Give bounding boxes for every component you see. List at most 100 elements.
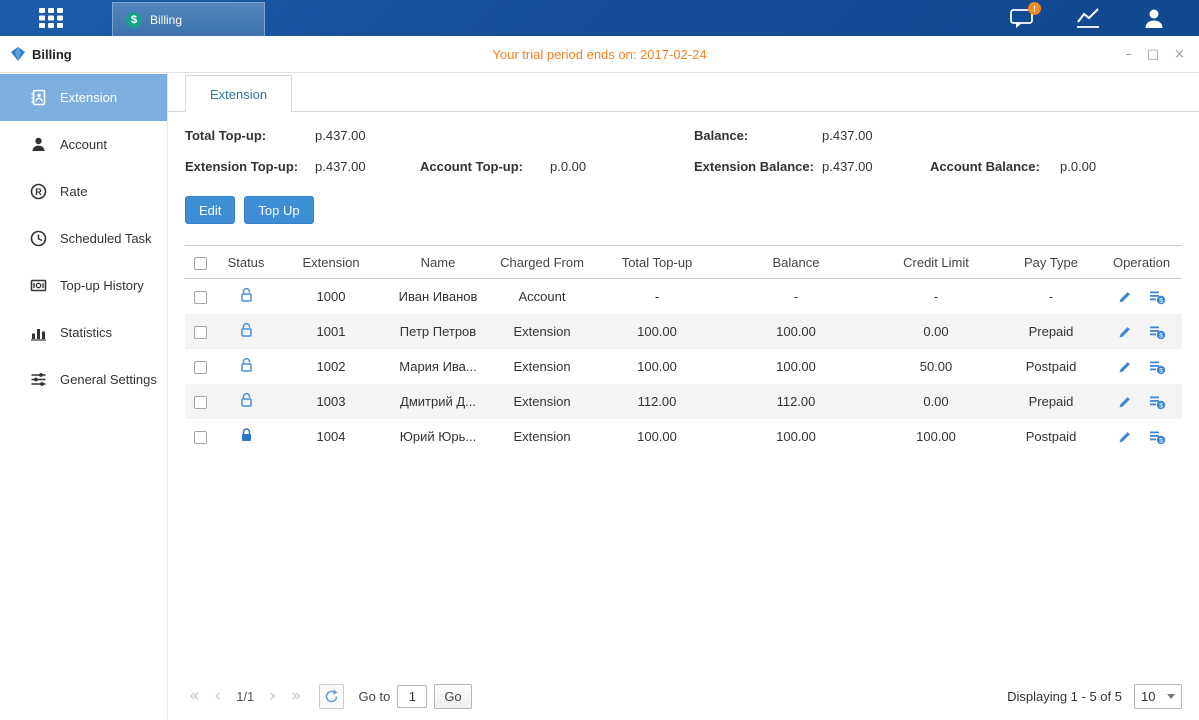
sidebar-item-extension[interactable]: Extension xyxy=(0,74,167,121)
sidebar-item-label: Statistics xyxy=(60,325,112,340)
select-all-checkbox[interactable] xyxy=(194,257,207,270)
first-page-button[interactable]: « xyxy=(185,688,203,705)
header-pay-type: Pay Type xyxy=(1001,246,1101,279)
row-checkbox[interactable] xyxy=(194,291,207,304)
cell-charged-from: Extension xyxy=(491,349,593,384)
row-checkbox[interactable] xyxy=(194,361,207,374)
sidebar-item-label: Rate xyxy=(60,184,87,199)
table-row: 1001 Петр Петров Extension 100.00 100.00… xyxy=(185,314,1182,349)
sidebar-item-general-settings[interactable]: General Settings xyxy=(0,356,167,403)
sidebar-item-account[interactable]: Account xyxy=(0,121,167,168)
billing-dollar-icon: $ xyxy=(126,12,142,28)
cell-charged-from: Extension xyxy=(491,314,593,349)
edit-row-icon[interactable] xyxy=(1117,359,1133,375)
extension-topup-label: Extension Top-up: xyxy=(185,159,298,174)
cell-charged-from: Extension xyxy=(491,419,593,454)
goto-page-input[interactable] xyxy=(397,685,427,708)
status-locked-icon[interactable] xyxy=(239,427,254,443)
topbar-right-icons: ! xyxy=(1009,0,1167,36)
taskbar-tab-label: Billing xyxy=(150,13,182,27)
billing-gem-icon xyxy=(10,46,26,62)
edit-row-icon[interactable] xyxy=(1117,289,1133,305)
header-name: Name xyxy=(385,246,491,279)
grid-icon xyxy=(38,7,64,29)
header-extension: Extension xyxy=(277,246,385,279)
main-content: Extension Total Top-up: p.437.00 Balance… xyxy=(168,74,1199,720)
cell-balance: 112.00 xyxy=(721,384,871,419)
svg-text:$: $ xyxy=(1159,332,1163,339)
topup-record-icon[interactable]: $ xyxy=(1149,359,1166,375)
topup-record-icon[interactable]: $ xyxy=(1149,394,1166,410)
cell-extension: 1001 xyxy=(277,314,385,349)
cell-name: Петр Петров xyxy=(385,314,491,349)
maximize-icon[interactable]: □ xyxy=(1147,47,1159,62)
edit-button[interactable]: Edit xyxy=(185,196,235,224)
sidebar-item-label: General Settings xyxy=(60,372,157,387)
pagination-bar: « ‹ 1/1 › » Go to Go Displaying 1 - 5 of… xyxy=(185,681,1182,711)
sidebar-item-rate[interactable]: R Rate xyxy=(0,168,167,215)
cell-balance: 100.00 xyxy=(721,349,871,384)
user-account-button[interactable] xyxy=(1141,7,1167,29)
table-row: 1003 Дмитрий Д... Extension 112.00 112.0… xyxy=(185,384,1182,419)
app-title: Billing xyxy=(10,46,72,62)
header-balance: Balance xyxy=(721,246,871,279)
header-operation: Operation xyxy=(1101,246,1182,279)
cell-balance: 100.00 xyxy=(721,419,871,454)
go-button[interactable]: Go xyxy=(434,684,471,709)
refresh-button[interactable] xyxy=(319,684,344,709)
next-page-button[interactable]: › xyxy=(265,688,280,705)
row-checkbox[interactable] xyxy=(194,326,207,339)
status-unlocked-icon[interactable] xyxy=(239,322,254,338)
close-icon[interactable]: × xyxy=(1174,47,1185,62)
edit-row-icon[interactable] xyxy=(1117,429,1133,445)
last-page-button[interactable]: » xyxy=(287,688,305,705)
sidebar-item-statistics[interactable]: Statistics xyxy=(0,309,167,356)
cell-name: Юрий Юрь... xyxy=(385,419,491,454)
minimize-icon[interactable]: – xyxy=(1125,47,1132,62)
page-size-value: 10 xyxy=(1141,689,1155,704)
cell-credit-limit: 0.00 xyxy=(871,314,1001,349)
cell-pay-type: Postpaid xyxy=(1001,349,1101,384)
cell-pay-type: Prepaid xyxy=(1001,384,1101,419)
taskbar-tab-billing[interactable]: $ Billing xyxy=(112,2,265,36)
notifications-button[interactable]: ! xyxy=(1009,7,1035,29)
sidebar-item-label: Extension xyxy=(60,90,117,105)
total-topup-value: p.437.00 xyxy=(315,128,366,143)
billing-app-window: $ Billing ! xyxy=(0,0,1199,720)
topup-record-icon[interactable]: $ xyxy=(1149,429,1166,445)
status-unlocked-icon[interactable] xyxy=(239,287,254,303)
tab-strip: Extension xyxy=(168,74,1199,112)
status-unlocked-icon[interactable] xyxy=(239,392,254,408)
app-grid-icon[interactable] xyxy=(38,7,64,29)
sidebar-item-topup-history[interactable]: Top-up History xyxy=(0,262,167,309)
row-checkbox[interactable] xyxy=(194,396,207,409)
top-up-button[interactable]: Top Up xyxy=(244,196,313,224)
tab-extension[interactable]: Extension xyxy=(185,75,292,112)
balance-label: Balance: xyxy=(694,128,748,143)
header-total-topup: Total Top-up xyxy=(593,246,721,279)
edit-row-icon[interactable] xyxy=(1117,324,1133,340)
bar-chart-icon xyxy=(30,324,47,341)
svg-text:$: $ xyxy=(1159,402,1163,409)
account-icon xyxy=(30,136,47,153)
page-size-select[interactable]: 10 xyxy=(1134,684,1182,709)
edit-row-icon[interactable] xyxy=(1117,394,1133,410)
reports-button[interactable] xyxy=(1075,7,1101,29)
action-buttons: Edit Top Up xyxy=(168,196,1199,224)
extension-icon xyxy=(30,89,47,106)
row-checkbox[interactable] xyxy=(194,431,207,444)
cell-balance: 100.00 xyxy=(721,314,871,349)
cell-total-topup: - xyxy=(593,279,721,315)
topup-record-icon[interactable]: $ xyxy=(1149,289,1166,305)
cell-credit-limit: 50.00 xyxy=(871,349,1001,384)
header-charged-from: Charged From xyxy=(491,246,593,279)
topup-record-icon[interactable]: $ xyxy=(1149,324,1166,340)
cell-total-topup: 100.00 xyxy=(593,349,721,384)
status-unlocked-icon[interactable] xyxy=(239,357,254,373)
cell-pay-type: - xyxy=(1001,279,1101,315)
window-controls: – □ × xyxy=(1125,36,1185,73)
sidebar-item-scheduled-task[interactable]: Scheduled Task xyxy=(0,215,167,262)
cell-credit-limit: 100.00 xyxy=(871,419,1001,454)
prev-page-button[interactable]: ‹ xyxy=(210,688,225,705)
svg-text:$: $ xyxy=(1159,367,1163,374)
